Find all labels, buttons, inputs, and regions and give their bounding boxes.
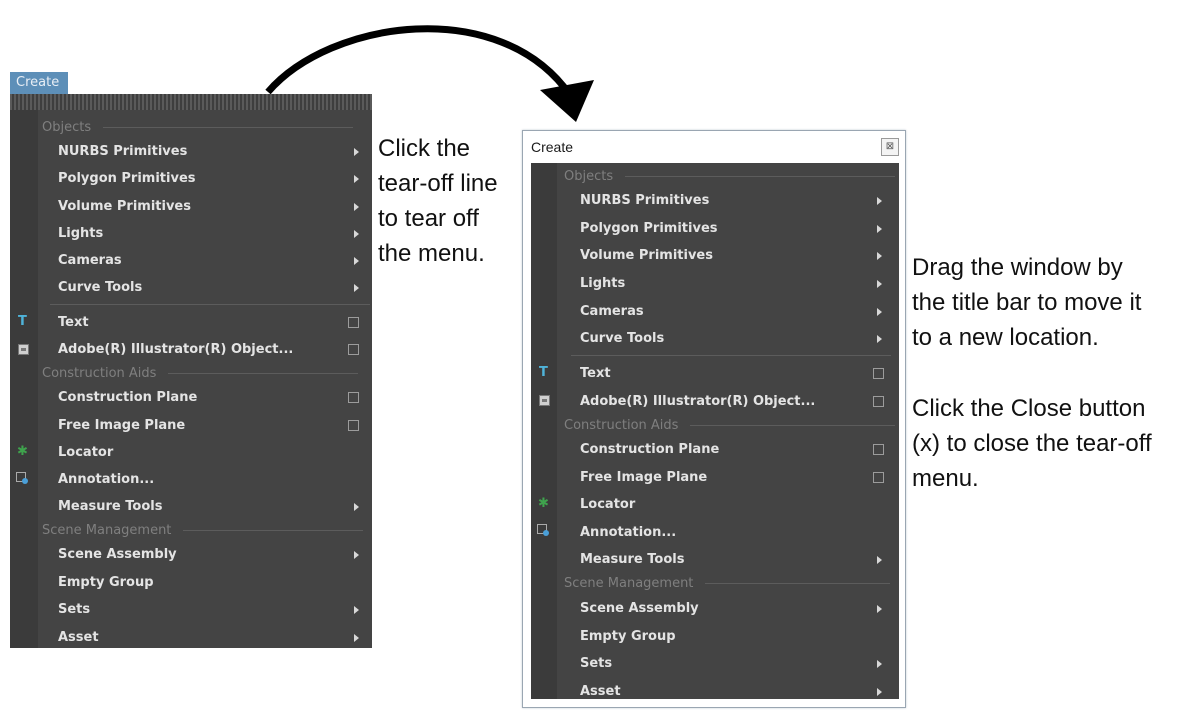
menu-item-sets[interactable]: Sets [580, 656, 612, 671]
submenu-arrow-icon [354, 606, 359, 614]
create-menu-tab[interactable]: Create [10, 72, 68, 94]
menu-item-illustrator-object[interactable]: Adobe(R) Illustrator(R) Object... [58, 342, 293, 357]
menu-item-empty-group[interactable]: Empty Group [580, 629, 676, 644]
submenu-arrow-icon [877, 660, 882, 668]
drag-instructions: Drag the window by the title bar to move… [912, 254, 1142, 351]
menu-item-scene-assembly[interactable]: Scene Assembly [58, 547, 177, 562]
menu-item-construction-plane[interactable]: Construction Plane [580, 442, 719, 457]
section-construction-aids: Construction Aids [564, 418, 896, 433]
submenu-arrow-icon [354, 503, 359, 511]
menu-item-text[interactable]: Text [58, 315, 89, 330]
locator-icon: ✱ [17, 444, 28, 459]
section-objects: Objects [564, 169, 896, 184]
submenu-arrow-icon [354, 634, 359, 642]
create-menu-dropdown: Objects NURBS Primitives Polygon Primiti… [10, 94, 372, 648]
window-title: Create [531, 139, 574, 155]
submenu-arrow-icon [354, 203, 359, 211]
menu-divider [50, 304, 370, 305]
menu-item-polygon-primitives[interactable]: Polygon Primitives [58, 171, 196, 186]
section-objects: Objects [42, 120, 354, 135]
option-box-icon[interactable] [348, 392, 359, 403]
menu-item-scene-assembly[interactable]: Scene Assembly [580, 601, 699, 616]
menu-item-free-image-plane[interactable]: Free Image Plane [580, 470, 707, 485]
submenu-arrow-icon [354, 257, 359, 265]
submenu-arrow-icon [877, 252, 882, 260]
submenu-arrow-icon [877, 197, 882, 205]
submenu-arrow-icon [354, 551, 359, 559]
menu-item-nurbs-primitives[interactable]: NURBS Primitives [580, 193, 709, 208]
menu-item-lights[interactable]: Lights [580, 276, 625, 291]
menu-item-construction-plane[interactable]: Construction Plane [58, 390, 197, 405]
submenu-arrow-icon [877, 688, 882, 696]
menu-item-polygon-primitives[interactable]: Polygon Primitives [580, 221, 718, 236]
text-icon: T [18, 314, 27, 329]
section-scene-management: Scene Management [564, 576, 891, 591]
menu-item-lights[interactable]: Lights [58, 226, 103, 241]
menu-item-sets[interactable]: Sets [58, 602, 90, 617]
menu-item-cameras[interactable]: Cameras [580, 304, 644, 319]
locator-icon: ✱ [538, 496, 549, 511]
tear-off-instructions: Click the tear-off line to tear off the … [378, 135, 498, 267]
menu-item-measure-tools[interactable]: Measure Tools [58, 499, 162, 514]
illustrator-object-icon [18, 344, 29, 355]
annotation-icon [537, 524, 549, 536]
text-icon: T [539, 365, 548, 380]
menu-item-curve-tools[interactable]: Curve Tools [580, 331, 664, 346]
submenu-arrow-icon [877, 225, 882, 233]
menu-item-volume-primitives[interactable]: Volume Primitives [580, 248, 713, 263]
menu-item-asset[interactable]: Asset [580, 684, 621, 699]
submenu-arrow-icon [354, 148, 359, 156]
option-box-icon[interactable] [348, 344, 359, 355]
menu-item-free-image-plane[interactable]: Free Image Plane [58, 418, 185, 433]
menu-item-curve-tools[interactable]: Curve Tools [58, 280, 142, 295]
menu-item-annotation[interactable]: Annotation... [580, 525, 676, 540]
illustrator-object-icon [539, 395, 550, 406]
option-box-icon[interactable] [873, 444, 884, 455]
section-scene-management: Scene Management [42, 523, 364, 538]
menu-item-locator[interactable]: Locator [58, 445, 113, 460]
menu-item-locator[interactable]: Locator [580, 497, 635, 512]
menu-item-annotation[interactable]: Annotation... [58, 472, 154, 487]
section-construction-aids: Construction Aids [42, 366, 359, 381]
submenu-arrow-icon [877, 280, 882, 288]
option-box-icon[interactable] [873, 368, 884, 379]
tear-off-window: Create ⊠ Objects NURBS Primitives Polygo… [522, 130, 906, 708]
submenu-arrow-icon [354, 230, 359, 238]
menu-item-nurbs-primitives[interactable]: NURBS Primitives [58, 144, 187, 159]
menu-item-illustrator-object[interactable]: Adobe(R) Illustrator(R) Object... [580, 394, 815, 409]
menu-item-asset[interactable]: Asset [58, 630, 99, 645]
option-box-icon[interactable] [873, 396, 884, 407]
submenu-arrow-icon [877, 308, 882, 316]
menu-item-volume-primitives[interactable]: Volume Primitives [58, 199, 191, 214]
menu-item-text[interactable]: Text [580, 366, 611, 381]
tear-off-menu-panel: Objects NURBS Primitives Polygon Primiti… [531, 163, 899, 699]
close-button[interactable]: ⊠ [881, 138, 899, 156]
icon-gutter [10, 110, 38, 648]
menu-item-cameras[interactable]: Cameras [58, 253, 122, 268]
window-title-bar[interactable]: Create ⊠ [523, 131, 905, 163]
menu-item-empty-group[interactable]: Empty Group [58, 575, 154, 590]
submenu-arrow-icon [354, 175, 359, 183]
tear-off-line[interactable] [10, 94, 372, 110]
menu-divider [571, 355, 891, 356]
submenu-arrow-icon [354, 284, 359, 292]
icon-gutter [531, 163, 557, 699]
option-box-icon[interactable] [348, 420, 359, 431]
submenu-arrow-icon [877, 605, 882, 613]
option-box-icon[interactable] [348, 317, 359, 328]
option-box-icon[interactable] [873, 472, 884, 483]
close-instructions: Click the Close button (x) to close the … [912, 395, 1152, 492]
menu-item-measure-tools[interactable]: Measure Tools [580, 552, 684, 567]
submenu-arrow-icon [877, 556, 882, 564]
annotation-icon [16, 472, 28, 484]
submenu-arrow-icon [877, 335, 882, 343]
